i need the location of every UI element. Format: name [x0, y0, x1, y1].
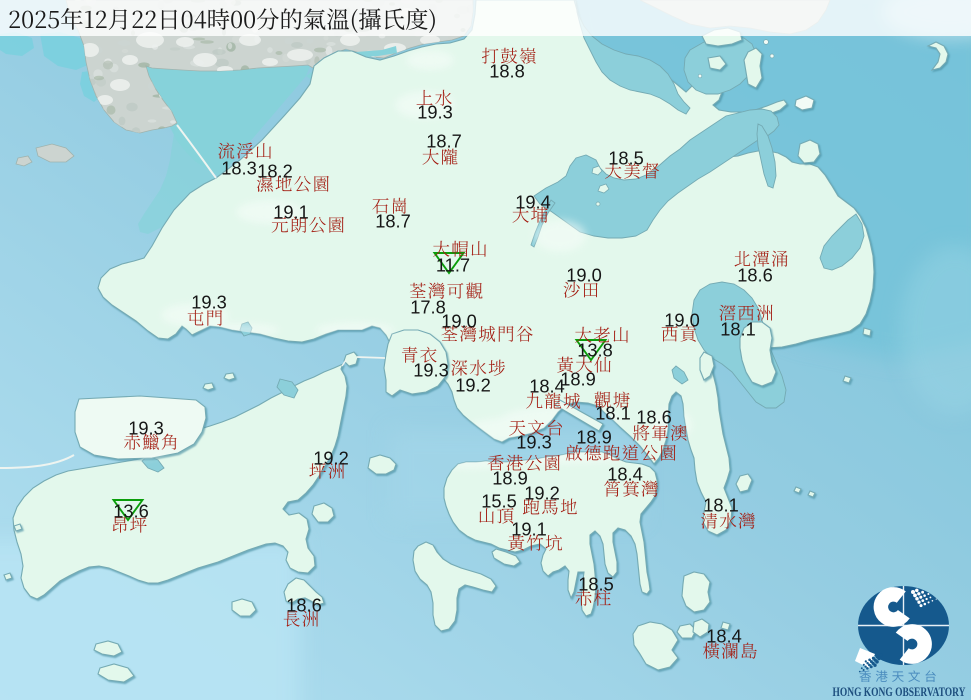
svg-text:13.8: 13.8 — [577, 340, 613, 361]
svg-text:18.5: 18.5 — [608, 148, 644, 169]
svg-text:13.6: 13.6 — [113, 501, 149, 522]
svg-text:18.5: 18.5 — [578, 574, 614, 595]
svg-text:19.1: 19.1 — [273, 202, 309, 223]
svg-text:HONG KONG OBSERVATORY: HONG KONG OBSERVATORY — [833, 685, 966, 699]
svg-text:18.6: 18.6 — [286, 595, 322, 616]
svg-text:19.3: 19.3 — [413, 360, 449, 381]
svg-text:15.5: 15.5 — [481, 491, 517, 512]
svg-text:19.0: 19.0 — [664, 310, 700, 331]
svg-text:19.3: 19.3 — [128, 418, 164, 439]
svg-text:18.7: 18.7 — [426, 131, 462, 152]
svg-text:18.6: 18.6 — [737, 265, 773, 286]
svg-text:18.9: 18.9 — [492, 468, 528, 489]
svg-text:18.4: 18.4 — [529, 376, 565, 397]
svg-text:18.3: 18.3 — [221, 158, 257, 179]
svg-text:18.1: 18.1 — [703, 495, 739, 516]
svg-text:19.3: 19.3 — [417, 102, 453, 123]
svg-text:18.9: 18.9 — [576, 427, 612, 448]
svg-text:18.1: 18.1 — [595, 403, 631, 424]
svg-text:19.3: 19.3 — [191, 292, 227, 313]
svg-text:18.9: 18.9 — [560, 369, 596, 390]
svg-text:11.7: 11.7 — [436, 255, 470, 276]
svg-text:18.4: 18.4 — [706, 626, 742, 647]
svg-text:19.0: 19.0 — [441, 311, 477, 332]
svg-text:19.2: 19.2 — [524, 483, 560, 504]
svg-text:18.1: 18.1 — [720, 319, 756, 340]
svg-text:19.4: 19.4 — [515, 192, 551, 213]
svg-text:19.3: 19.3 — [516, 432, 552, 453]
svg-text:18.7: 18.7 — [375, 211, 411, 232]
svg-text:19.2: 19.2 — [313, 448, 349, 469]
svg-text:18.6: 18.6 — [636, 407, 672, 428]
svg-text:19.2: 19.2 — [455, 375, 491, 396]
svg-text:18.2: 18.2 — [257, 161, 293, 182]
svg-text:18.8: 18.8 — [489, 61, 525, 82]
svg-text:19.0: 19.0 — [566, 265, 602, 286]
svg-text:18.4: 18.4 — [607, 464, 643, 485]
svg-text:19.1: 19.1 — [511, 519, 547, 540]
